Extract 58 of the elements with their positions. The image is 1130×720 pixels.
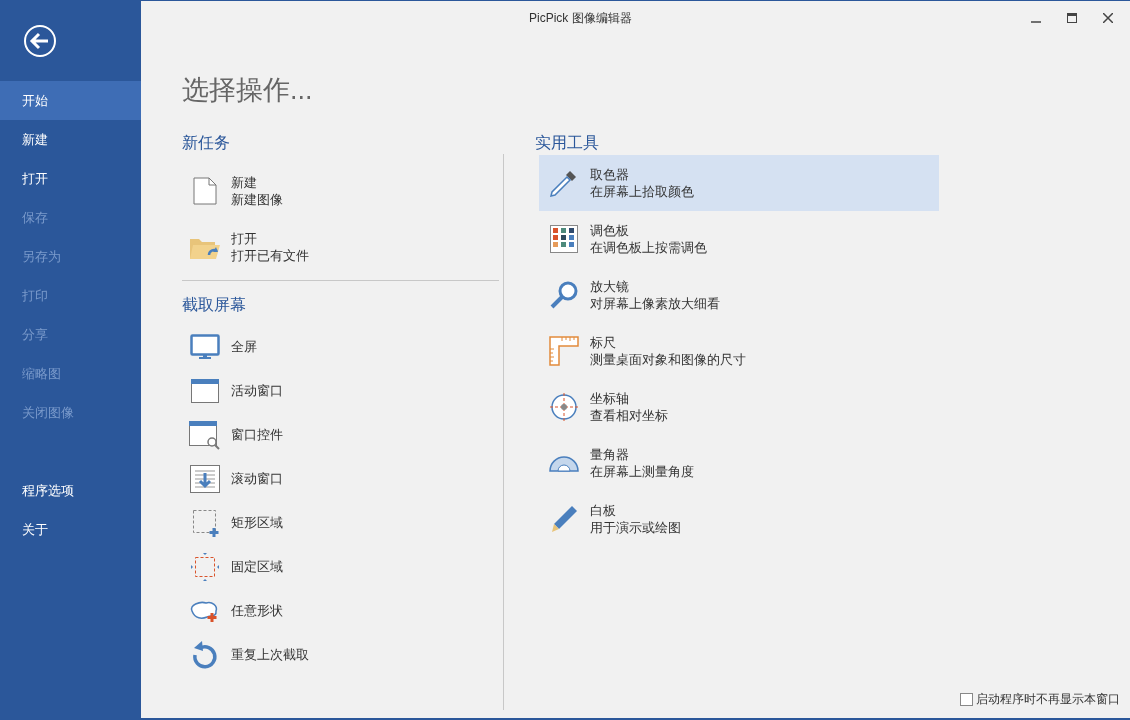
- close-icon: [1103, 13, 1113, 23]
- redo-arrow-icon: [190, 639, 220, 671]
- fixed-region-icon: [190, 552, 220, 582]
- section-heading: 新任务: [182, 133, 231, 153]
- tool-description: 在屏幕上拾取颜色: [590, 183, 694, 200]
- maximize-icon: [1067, 13, 1077, 23]
- tool-description: 用于演示或绘图: [590, 519, 681, 536]
- section-heading: 截取屏幕: [182, 295, 247, 315]
- back-icon[interactable]: [23, 24, 57, 58]
- tool-item[interactable]: 白板 用于演示或绘图: [539, 491, 939, 547]
- rectangle-select-icon: [190, 509, 220, 537]
- tool-item[interactable]: 量角器 在屏幕上测量角度: [539, 435, 939, 491]
- menu-item[interactable]: 滚动窗口: [231, 469, 283, 489]
- tool-item[interactable]: 标尺 测量桌面对象和图像的尺寸: [539, 323, 939, 379]
- section-heading: 实用工具: [535, 133, 600, 153]
- minimize-icon: [1031, 21, 1041, 23]
- ruler-icon: [549, 336, 579, 366]
- window-title: PicPick 图像编辑器: [529, 10, 632, 27]
- tool-name: 放大镜: [590, 278, 630, 295]
- tool-name: 标尺: [590, 334, 617, 351]
- startup-checkbox[interactable]: 启动程序时不再显示本窗口: [960, 690, 1120, 708]
- page-heading: 选择操作...: [182, 77, 314, 104]
- sidebar-item[interactable]: 开始: [0, 81, 141, 120]
- crosshair-icon: [549, 392, 579, 422]
- menu-item[interactable]: 重复上次截取: [231, 645, 309, 665]
- menu-item[interactable]: 新建 新建图像: [231, 174, 283, 208]
- tool-description: 测量桌面对象和图像的尺寸: [590, 351, 746, 368]
- scroll-window-icon: [190, 465, 220, 493]
- tool-name: 取色器: [590, 166, 630, 183]
- magnifier-icon: [549, 280, 579, 310]
- tool-name: 白板: [590, 502, 617, 519]
- menu-item[interactable]: 任意形状: [231, 601, 283, 621]
- monitor-icon: [190, 334, 220, 360]
- tool-name: 量角器: [590, 446, 630, 463]
- tool-description: 在调色板上按需调色: [590, 239, 707, 256]
- menu-item[interactable]: 固定区域: [231, 557, 283, 577]
- sidebar-item[interactable]: 程序选项: [0, 471, 141, 510]
- tool-item[interactable]: 放大镜 对屏幕上像素放大细看: [539, 267, 939, 323]
- tool-name: 坐标轴: [590, 390, 630, 407]
- tool-description: 查看相对坐标: [590, 407, 668, 424]
- tool-item[interactable]: 取色器 在屏幕上拾取颜色: [539, 155, 939, 211]
- menu-item[interactable]: 全屏: [231, 337, 257, 357]
- menu-item[interactable]: 活动窗口: [231, 381, 283, 401]
- tool-description: 在屏幕上测量角度: [590, 463, 694, 480]
- menu-item[interactable]: 窗口控件: [231, 425, 283, 445]
- window-magnifier-icon: [189, 420, 221, 450]
- menu-item[interactable]: 打开 打开已有文件: [231, 230, 309, 264]
- menu-item[interactable]: 矩形区域: [231, 513, 283, 533]
- sidebar-item[interactable]: 新建: [0, 120, 141, 159]
- tool-name: 调色板: [590, 222, 630, 239]
- sidebar-item[interactable]: 打开: [0, 159, 141, 198]
- document-icon: [193, 177, 217, 205]
- sidebar-item[interactable]: 关于: [0, 510, 141, 549]
- tool-description: 对屏幕上像素放大细看: [590, 295, 720, 312]
- tool-item[interactable]: 调色板 在调色板上按需调色: [539, 211, 939, 267]
- palette-grid-icon: [550, 225, 578, 253]
- window-icon: [190, 378, 220, 404]
- tool-item[interactable]: 坐标轴 查看相对坐标: [539, 379, 939, 435]
